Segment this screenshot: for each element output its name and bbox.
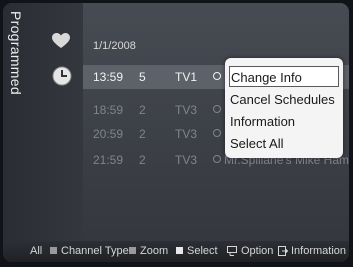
list-date: 1/1/2008 — [93, 40, 136, 52]
menu-item-change-info[interactable]: Change Info — [229, 66, 339, 87]
menu-item-cancel-schedules[interactable]: Cancel Schedules — [229, 89, 339, 110]
grey-button-icon — [129, 247, 136, 254]
row-time: 21:59 — [93, 153, 124, 167]
row-channel-name: TV1 — [175, 70, 198, 84]
row-channel: 2 — [139, 127, 146, 141]
timer-icon — [213, 72, 221, 80]
timer-icon — [213, 129, 221, 137]
row-channel-name: TV3 — [175, 103, 198, 117]
option-icon — [227, 246, 237, 256]
row-channel-name: TV3 — [175, 127, 198, 141]
heart-icon[interactable] — [52, 33, 70, 49]
menu-item-select-all[interactable]: Select All — [229, 133, 339, 154]
footer-option[interactable]: Option — [241, 245, 273, 257]
footer-select[interactable]: Select — [187, 245, 218, 257]
white-button-icon — [176, 247, 183, 254]
footer-all[interactable]: All — [30, 245, 42, 257]
row-time: 20:59 — [93, 127, 124, 141]
options-popup: Change Info Cancel Schedules Information… — [225, 58, 343, 158]
menu-item-information[interactable]: Information — [229, 111, 339, 132]
programmed-screen: Programmed 1/1/2008 13:59 5 TV1 18:59 2 … — [3, 3, 349, 262]
footer-information[interactable]: Information — [291, 245, 346, 257]
grey-button-icon — [50, 247, 57, 254]
information-icon — [278, 246, 288, 256]
footer-channel-type[interactable]: Channel Type — [61, 245, 129, 257]
help-bar: All Channel Type Zoom Select Option Info… — [3, 241, 349, 262]
timer-icon — [213, 105, 221, 113]
row-time: 13:59 — [93, 70, 124, 84]
row-channel-name: TV3 — [175, 153, 198, 167]
row-channel: 5 — [139, 70, 146, 84]
category-sidebar: Programmed — [3, 3, 83, 262]
row-channel: 2 — [139, 153, 146, 167]
clock-icon[interactable] — [52, 66, 72, 86]
timer-icon — [213, 155, 221, 163]
footer-zoom[interactable]: Zoom — [140, 245, 168, 257]
row-channel: 2 — [139, 103, 146, 117]
sidebar-title: Programmed — [8, 11, 24, 95]
row-time: 18:59 — [93, 103, 124, 117]
